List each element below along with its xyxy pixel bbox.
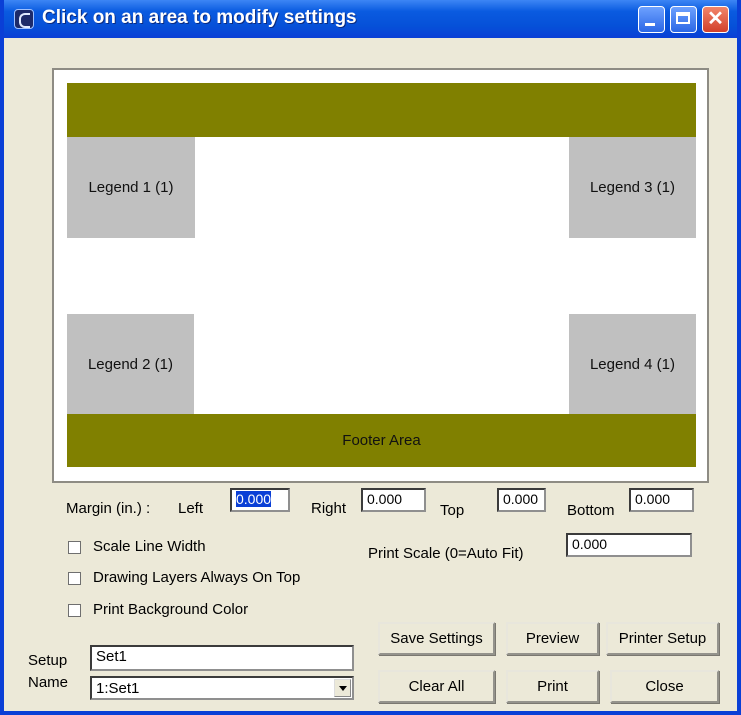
clear-all-button[interactable]: Clear All [378,670,495,703]
chevron-down-icon[interactable] [334,679,351,697]
scale-line-width-checkbox[interactable] [68,541,81,554]
margin-label: Margin (in.) : [66,500,151,517]
footer-area[interactable]: Footer Area [67,414,696,467]
left-margin-label: Left [178,500,204,517]
legend-4-area[interactable]: Legend 4 (1) [569,314,696,414]
name-label: Name [28,674,69,691]
setup-select[interactable]: 1:Set1 [90,676,354,700]
scale-line-width-label: Scale Line Width [93,538,206,555]
maximize-button[interactable] [670,6,697,33]
close-button[interactable]: Close [610,670,719,703]
left-margin-value: 0.000 [236,491,272,507]
print-scale-input[interactable]: 0.000 [566,533,692,557]
drawing-layers-on-top-checkbox[interactable] [68,572,81,585]
printer-setup-button[interactable]: Printer Setup [606,622,719,655]
header-area[interactable] [67,83,696,137]
right-margin-label: Right [311,500,347,517]
app-icon [14,9,34,29]
close-icon: ✕ [707,8,724,30]
bottom-margin-input[interactable]: 0.000 [629,488,694,512]
legend-2-area[interactable]: Legend 2 (1) [67,314,194,414]
bottom-margin-label: Bottom [567,502,615,519]
left-margin-input[interactable]: 0.000 [230,488,290,512]
legend-1-area[interactable]: Legend 1 (1) [67,137,195,238]
print-background-color-label: Print Background Color [93,601,249,618]
print-background-color-checkbox[interactable] [68,604,81,617]
preview-button[interactable]: Preview [506,622,599,655]
setup-label: Setup [28,652,68,669]
close-window-button[interactable]: ✕ [702,6,729,33]
top-margin-input[interactable]: 0.000 [497,488,546,512]
print-button[interactable]: Print [506,670,599,703]
setup-name-input[interactable]: Set1 [90,645,354,671]
print-scale-label: Print Scale (0=Auto Fit) [368,545,524,562]
top-margin-label: Top [440,502,465,519]
right-margin-input[interactable]: 0.000 [361,488,426,512]
window-title: Click on an area to modify settings [42,7,357,28]
save-settings-button[interactable]: Save Settings [378,622,495,655]
title-bar[interactable]: Click on an area to modify settings ✕ [4,0,737,38]
legend-3-area[interactable]: Legend 3 (1) [569,137,696,238]
setup-select-value: 1:Set1 [96,680,140,697]
minimize-button[interactable] [638,6,665,33]
drawing-layers-on-top-label: Drawing Layers Always On Top [93,569,301,586]
